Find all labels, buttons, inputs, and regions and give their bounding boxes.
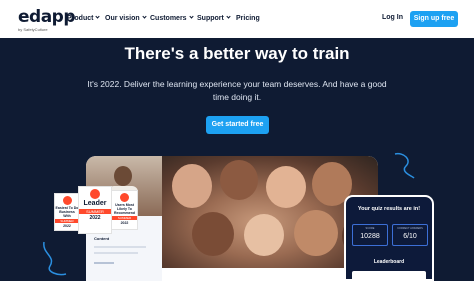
- badge-year: 2022: [63, 224, 71, 228]
- nav-label: Customers: [150, 15, 187, 22]
- face: [172, 164, 212, 208]
- quiz-results-title: Your quiz results are in!: [357, 206, 421, 212]
- hero-title: There's a better way to train: [124, 44, 350, 63]
- top-nav: edapp by SafetyCulture Product Our visio…: [0, 0, 474, 38]
- get-started-button[interactable]: Get started free: [206, 116, 269, 134]
- nav-customers[interactable]: Customers: [150, 14, 194, 23]
- nav-our-vision[interactable]: Our vision: [105, 14, 147, 23]
- badge-ribbon: SUMMER: [55, 219, 79, 223]
- hero-subtitle: It's 2022. Deliver the learning experien…: [87, 79, 387, 102]
- squiggle-decoration-icon: [43, 241, 67, 276]
- badge-ribbon: SUMMER: [112, 216, 137, 220]
- correct-label: CORRECT ANSWERS: [397, 227, 423, 230]
- nav-label: Our vision: [105, 15, 140, 22]
- chevron-down-icon: [95, 14, 101, 19]
- badge-easiest-business: Easiest To Do Business With SUMMER 2022: [54, 193, 80, 231]
- face: [244, 214, 284, 256]
- nav-support[interactable]: Support: [197, 14, 231, 23]
- signup-button[interactable]: Sign up free: [410, 11, 458, 27]
- leaderboard-row: [352, 271, 426, 279]
- content-label: Content: [94, 236, 110, 241]
- face: [294, 210, 338, 256]
- g2-logo-icon: [62, 196, 72, 205]
- nav-pricing[interactable]: Pricing: [236, 14, 260, 23]
- badge-title: Users Most Likely To Recommend: [113, 203, 135, 215]
- g2-logo-icon: [90, 189, 100, 199]
- nav-label: Product: [67, 15, 94, 22]
- nav-label: Support: [197, 15, 224, 22]
- presenter-face: [114, 166, 132, 186]
- correct-answers-box: CORRECT ANSWERS 6/10: [392, 224, 428, 246]
- login-link[interactable]: Log In: [382, 14, 403, 21]
- content-line: [94, 262, 114, 264]
- badge-title: Leader: [83, 200, 107, 207]
- leaderboard-title: Leaderboard: [373, 259, 405, 265]
- badge-leader: Leader SUMMER 2022: [78, 186, 112, 234]
- squiggle-decoration-icon: [394, 152, 415, 179]
- badge-users-recommend: Users Most Likely To Recommend SUMMER 20…: [111, 190, 138, 230]
- score-value: 10288: [360, 233, 380, 240]
- nav-label: Pricing: [236, 15, 260, 22]
- logo-tagline: by SafetyCulture: [18, 27, 48, 32]
- face: [220, 160, 258, 200]
- chevron-down-icon: [142, 14, 147, 19]
- content-line: [94, 246, 146, 248]
- face: [192, 212, 234, 256]
- badge-ribbon: SUMMER: [79, 209, 111, 214]
- correct-value: 6/10: [403, 233, 417, 240]
- score-label: SCORE: [365, 227, 375, 230]
- g2-logo-icon: [120, 193, 129, 202]
- phone-quiz-results: Your quiz results are in! SCORE 10288 CO…: [344, 195, 434, 281]
- badge-title: Easiest To Do Business With: [55, 206, 79, 218]
- badge-year: 2022: [120, 221, 129, 225]
- chevron-down-icon: [188, 14, 194, 19]
- chevron-down-icon: [226, 14, 231, 19]
- score-box: SCORE 10288: [352, 224, 388, 246]
- content-line: [94, 252, 138, 254]
- badge-year: 2022: [89, 215, 101, 221]
- face: [266, 166, 306, 208]
- nav-product[interactable]: Product: [67, 14, 101, 23]
